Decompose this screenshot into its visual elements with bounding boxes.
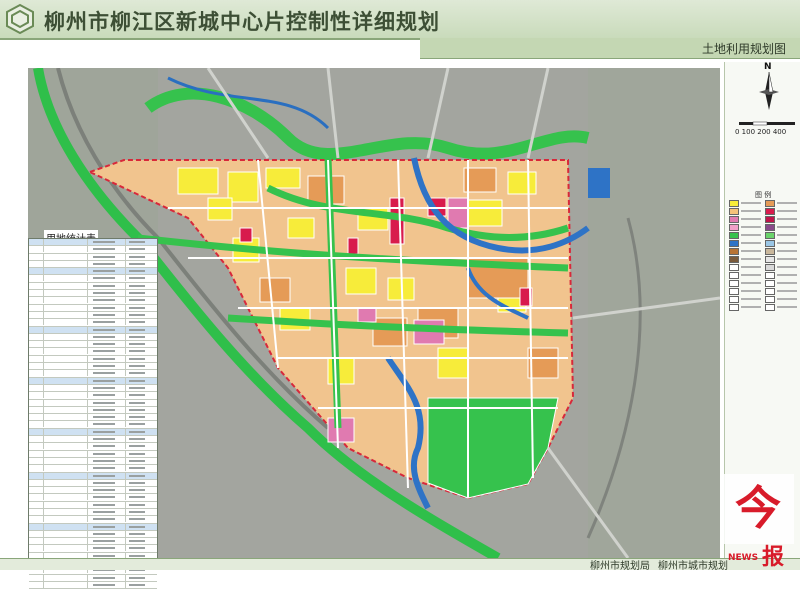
subtitle-bar: 土地利用规划图 <box>420 38 800 59</box>
legend-item <box>729 216 800 223</box>
table-row <box>29 392 157 400</box>
table-row <box>29 581 157 589</box>
table-row <box>29 494 157 502</box>
table-row <box>29 406 157 415</box>
footer: 柳州市规划局 柳州市城市规划 <box>0 558 800 572</box>
legend-title: 图 例 <box>755 191 772 199</box>
legend-item <box>729 272 800 279</box>
table-row <box>29 523 157 531</box>
table-row <box>29 508 157 517</box>
stamp-char-1: 今 <box>735 481 781 535</box>
legend <box>729 200 800 312</box>
table-row <box>29 487 157 495</box>
table-row <box>29 443 157 451</box>
legend-item <box>729 200 800 207</box>
land-use-stat-table <box>28 238 158 589</box>
legend-item <box>729 256 800 263</box>
table-row <box>29 348 157 356</box>
table-row <box>29 246 157 254</box>
table-row <box>29 457 157 466</box>
table-row <box>29 341 157 349</box>
scale-labels: 0 100 200 400 <box>735 128 787 136</box>
table-row <box>29 253 157 261</box>
table-row <box>29 290 157 298</box>
table-row <box>29 538 157 546</box>
table-row <box>29 275 157 283</box>
table-row <box>29 363 157 371</box>
table-row <box>29 450 157 458</box>
legend-item <box>729 208 800 215</box>
table-row <box>29 319 157 327</box>
legend-item <box>729 224 800 231</box>
table-row <box>29 311 157 320</box>
legend-item <box>729 264 800 271</box>
stamp-news: NEWS <box>728 553 758 563</box>
legend-item <box>729 296 800 303</box>
table-row <box>29 377 157 385</box>
table-row <box>29 268 157 276</box>
table-row <box>29 333 157 342</box>
map-subtitle: 土地利用规划图 <box>701 42 786 56</box>
table-row <box>29 465 157 473</box>
table-row <box>29 260 157 269</box>
table-row <box>29 436 157 444</box>
logo-icon <box>6 3 34 35</box>
header-bar: 柳州市柳江区新城中心片控制性详细规划 <box>0 0 800 40</box>
news-stamp-icon: 今 NEWS 报 <box>722 474 794 569</box>
footer-left-text: 柳州市规划局 <box>590 561 650 572</box>
legend-item <box>729 288 800 295</box>
table-row <box>29 384 157 393</box>
legend-item <box>729 232 800 239</box>
legend-item <box>729 248 800 255</box>
table-row <box>29 370 157 378</box>
table-row <box>29 574 157 582</box>
table-row <box>29 304 157 312</box>
table-row <box>29 297 157 305</box>
table-row <box>29 355 157 364</box>
table-row <box>29 399 157 407</box>
stamp-char-2: 报 <box>762 545 784 569</box>
table-row <box>29 472 157 480</box>
table-row <box>29 414 157 422</box>
table-row <box>29 516 157 524</box>
table-row <box>29 239 157 247</box>
table-row <box>29 545 157 553</box>
north-arrow-icon <box>759 71 779 110</box>
table-row <box>29 501 157 509</box>
table-row <box>29 479 157 488</box>
legend-item <box>729 280 800 287</box>
table-row <box>29 282 157 291</box>
page-title: 柳州市柳江区新城中心片控制性详细规划 <box>44 10 440 34</box>
table-row <box>29 326 157 334</box>
table-row <box>29 421 157 429</box>
legend-item <box>729 304 800 311</box>
table-row <box>29 428 157 437</box>
table-row <box>29 530 157 539</box>
legend-item <box>729 240 800 247</box>
